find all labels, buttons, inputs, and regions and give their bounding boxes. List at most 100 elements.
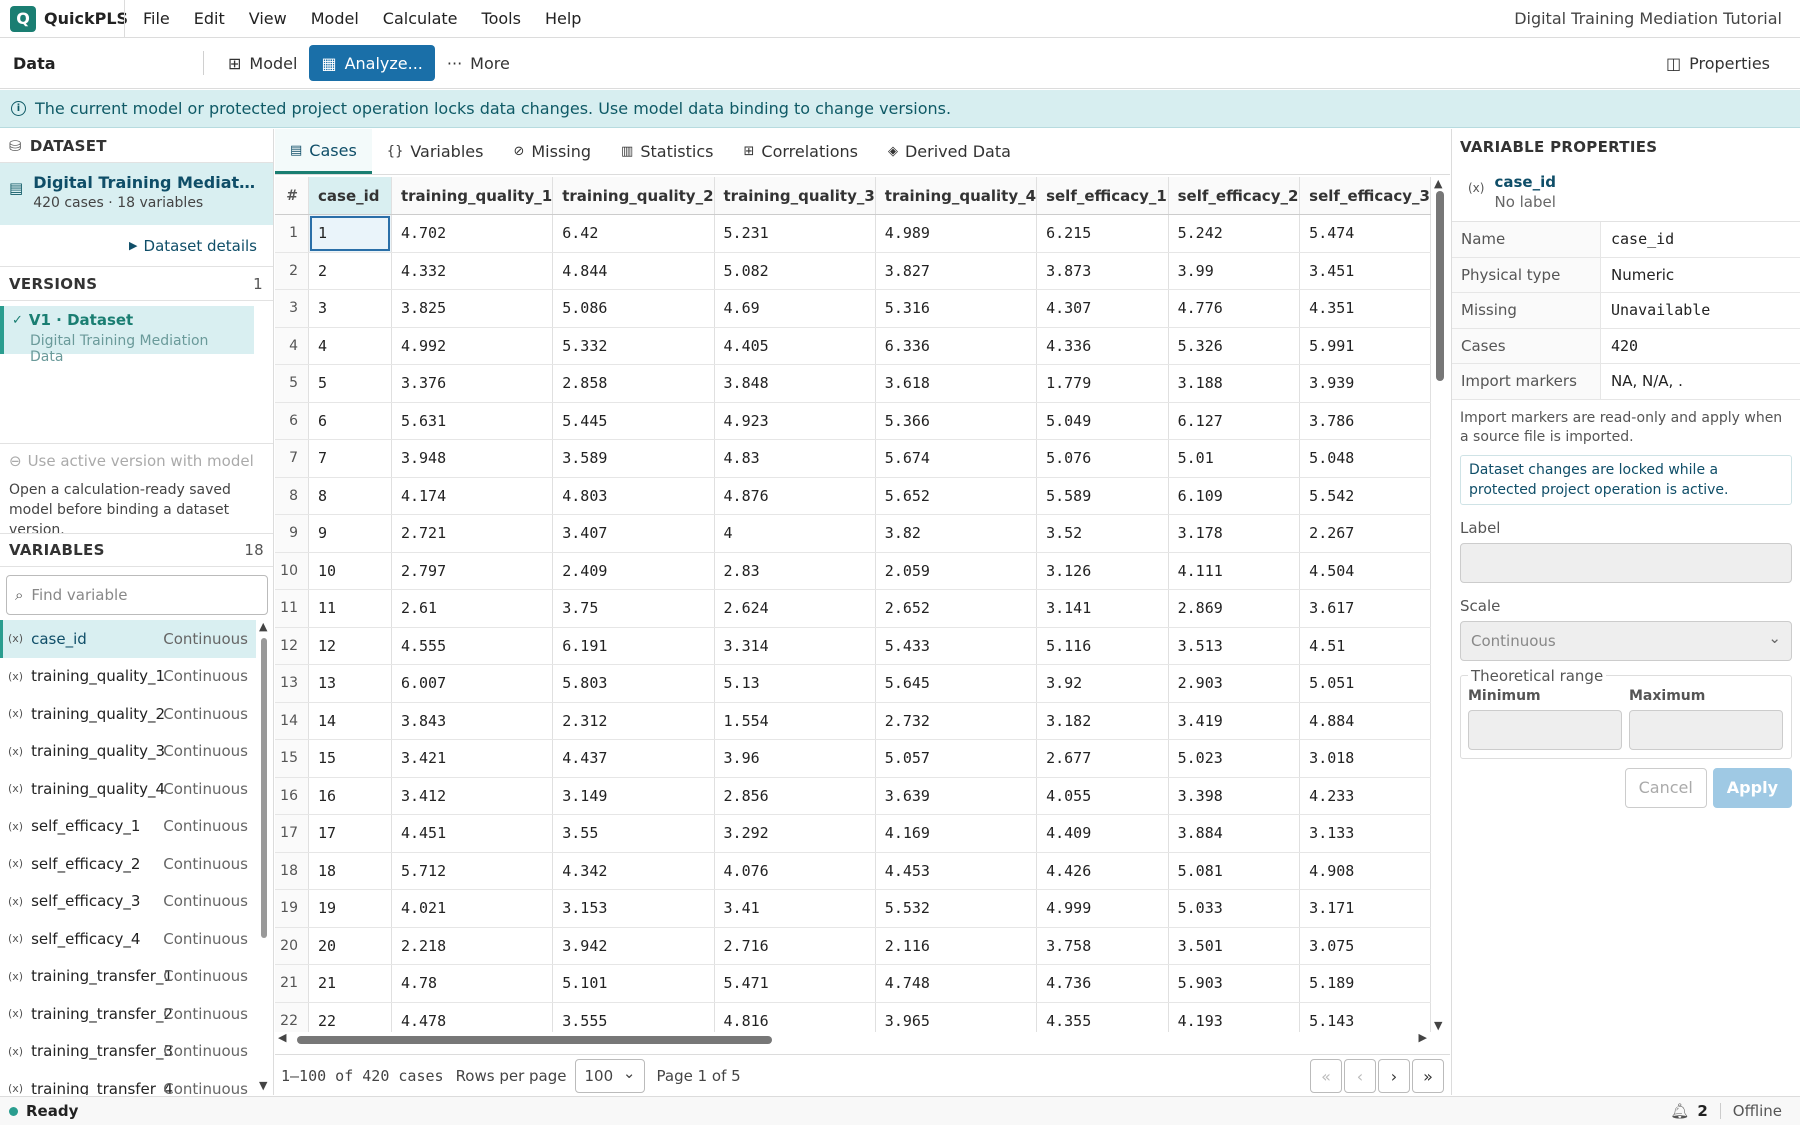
table-cell[interactable]: 3.398: [1168, 777, 1301, 815]
table-cell[interactable]: 3.758: [1036, 927, 1169, 965]
properties-button[interactable]: ◫ Properties: [1654, 45, 1782, 81]
table-cell[interactable]: 4.169: [875, 814, 1038, 853]
column-header[interactable]: training_quality_2: [552, 177, 715, 215]
variable-list-item[interactable]: (x) self_efficacy_4 Continuous: [0, 920, 256, 958]
table-cell[interactable]: 6.191: [552, 627, 715, 665]
table-cell[interactable]: 3.41: [714, 889, 876, 928]
bell-icon[interactable]: 🔔︎: [1670, 1102, 1689, 1120]
table-cell[interactable]: 3.948: [391, 439, 554, 478]
table-cell[interactable]: 5.049: [1036, 402, 1169, 440]
table-cell[interactable]: 4.409: [1036, 814, 1169, 853]
table-cell[interactable]: 6: [308, 402, 392, 440]
tab-derived-data[interactable]: ◈ Derived Data: [873, 129, 1026, 174]
table-cell[interactable]: 2.856: [714, 777, 876, 815]
table-cell[interactable]: 4.076: [714, 852, 876, 890]
table-cell[interactable]: 12: [308, 627, 392, 665]
variable-list-item[interactable]: (x) training_transfer_1 Continuous: [0, 958, 256, 996]
table-cell[interactable]: 2.716: [714, 927, 876, 965]
table-cell[interactable]: 5.445: [552, 402, 715, 440]
table-cell[interactable]: 5.903: [1168, 964, 1301, 1003]
table-cell[interactable]: 5.471: [714, 964, 876, 1003]
variable-list-item[interactable]: (x) training_quality_2 Continuous: [0, 695, 256, 733]
cancel-button[interactable]: Cancel: [1624, 767, 1707, 808]
table-cell[interactable]: 5.101: [552, 964, 715, 1003]
menu-file[interactable]: File: [131, 9, 182, 28]
apply-button[interactable]: Apply: [1712, 767, 1792, 808]
table-cell[interactable]: 3.314: [714, 627, 876, 665]
tab-statistics[interactable]: ▥ Statistics: [606, 129, 728, 174]
more-button[interactable]: ··· More: [435, 45, 522, 81]
table-cell[interactable]: 3.884: [1168, 814, 1301, 853]
table-cell[interactable]: 4.405: [714, 327, 876, 365]
table-cell[interactable]: 2.869: [1168, 589, 1301, 628]
rows-per-page-select[interactable]: 100: [574, 1058, 645, 1093]
variable-list-item[interactable]: (x) training_quality_4 Continuous: [0, 770, 256, 808]
table-cell[interactable]: 2.732: [875, 702, 1038, 740]
table-cell[interactable]: 3.126: [1036, 552, 1169, 590]
column-header[interactable]: training_quality_3: [714, 177, 876, 215]
table-cell[interactable]: 4: [714, 514, 876, 553]
table-cell[interactable]: 3.018: [1299, 739, 1431, 778]
table-cell[interactable]: 5.048: [1299, 439, 1431, 478]
variable-list-item[interactable]: (x) training_quality_1 Continuous: [0, 658, 256, 696]
table-cell[interactable]: 5.081: [1168, 852, 1301, 890]
model-button[interactable]: ⊞ Model: [216, 45, 309, 81]
table-cell[interactable]: 5.316: [875, 289, 1038, 328]
menu-tools[interactable]: Tools: [470, 9, 533, 28]
table-cell[interactable]: 3.618: [875, 364, 1038, 403]
table-cell[interactable]: 5.086: [552, 289, 715, 328]
table-cell[interactable]: 3.513: [1168, 627, 1301, 665]
table-cell[interactable]: 5.051: [1299, 664, 1431, 703]
grid-vertical-scrollbar[interactable]: ▲ ▼: [1433, 177, 1447, 1032]
table-cell[interactable]: 5.057: [875, 739, 1038, 778]
table-cell[interactable]: 5.076: [1036, 439, 1169, 478]
table-cell[interactable]: 5.433: [875, 627, 1038, 665]
table-cell[interactable]: 5.991: [1299, 327, 1431, 365]
table-cell[interactable]: 3.376: [391, 364, 554, 403]
scrollbar-thumb[interactable]: [1436, 191, 1444, 381]
column-header[interactable]: self_efficacy_3: [1299, 177, 1431, 215]
variable-list-item[interactable]: (x) self_efficacy_3 Continuous: [0, 883, 256, 921]
dataset-card[interactable]: ▤ Digital Training Mediation Data 420 ca…: [0, 163, 273, 225]
table-cell[interactable]: 3.82: [875, 514, 1038, 553]
table-cell[interactable]: 5.645: [875, 664, 1038, 703]
table-cell[interactable]: 3.182: [1036, 702, 1169, 740]
table-cell[interactable]: 3.501: [1168, 927, 1301, 965]
table-cell[interactable]: 4.844: [552, 252, 715, 290]
table-cell[interactable]: 5.231: [714, 214, 876, 253]
table-cell[interactable]: 3.75: [552, 589, 715, 628]
grid-horizontal-scrollbar[interactable]: ◀ ▶: [275, 1031, 1431, 1046]
table-cell[interactable]: 5.143: [1299, 1002, 1431, 1032]
table-cell[interactable]: 3.825: [391, 289, 554, 328]
scale-select[interactable]: Continuous: [1460, 620, 1792, 661]
table-cell[interactable]: 4.332: [391, 252, 554, 290]
table-cell[interactable]: 4.908: [1299, 852, 1431, 890]
table-cell[interactable]: 2.797: [391, 552, 554, 590]
variable-list-scrollbar[interactable]: ▲ ▼: [259, 620, 269, 1092]
table-cell[interactable]: 3.617: [1299, 589, 1431, 628]
table-cell[interactable]: 5.332: [552, 327, 715, 365]
variable-list-item[interactable]: (x) training_transfer_3 Continuous: [0, 1033, 256, 1071]
table-cell[interactable]: 5.674: [875, 439, 1038, 478]
table-cell[interactable]: 4.816: [714, 1002, 876, 1032]
table-cell[interactable]: 7: [308, 439, 392, 478]
table-cell[interactable]: 4.923: [714, 402, 876, 440]
table-cell[interactable]: 21: [308, 964, 392, 1003]
table-cell[interactable]: 3.133: [1299, 814, 1431, 853]
table-cell[interactable]: 11: [308, 589, 392, 628]
table-cell[interactable]: 6.127: [1168, 402, 1301, 440]
table-cell[interactable]: 2.903: [1168, 664, 1301, 703]
table-cell[interactable]: 4.78: [391, 964, 554, 1003]
tab-missing[interactable]: ⊘ Missing: [498, 129, 606, 174]
table-cell[interactable]: 15: [308, 739, 392, 778]
table-cell[interactable]: 4.83: [714, 439, 876, 478]
menu-view[interactable]: View: [237, 9, 299, 28]
column-header[interactable]: self_efficacy_2: [1168, 177, 1301, 215]
table-cell[interactable]: 4.336: [1036, 327, 1169, 365]
table-cell[interactable]: 4.174: [391, 477, 554, 515]
table-cell[interactable]: 3.555: [552, 1002, 715, 1032]
table-cell[interactable]: 3.843: [391, 702, 554, 740]
table-cell[interactable]: 6.215: [1036, 214, 1169, 253]
table-cell[interactable]: 3.848: [714, 364, 876, 403]
table-cell[interactable]: 3.99: [1168, 252, 1301, 290]
